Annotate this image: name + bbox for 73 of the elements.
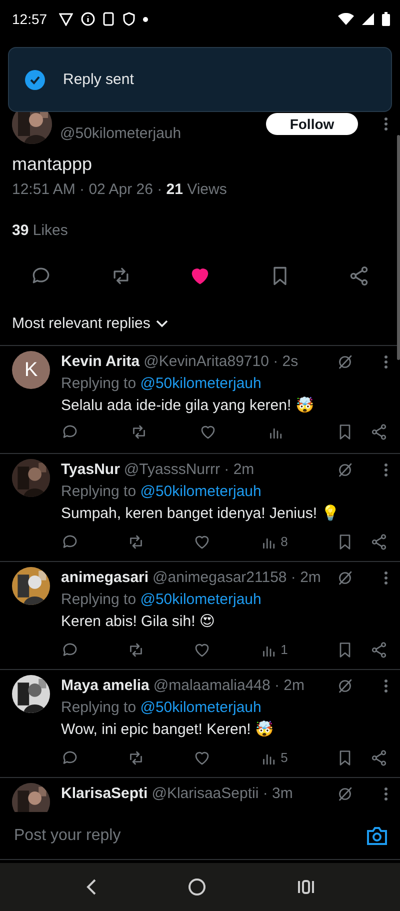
reply-handle: @malaamalia448 · 2m bbox=[153, 676, 306, 696]
slashed-circle-icon[interactable] bbox=[336, 353, 354, 371]
wifi-icon bbox=[338, 13, 354, 25]
reply-author: TyasNur bbox=[61, 460, 120, 480]
mention-link[interactable]: @50kilometerjauh bbox=[140, 591, 262, 608]
info-icon bbox=[81, 12, 96, 26]
reply-icon[interactable] bbox=[61, 533, 79, 551]
camera-icon[interactable] bbox=[366, 826, 388, 846]
slashed-circle-icon[interactable] bbox=[336, 785, 354, 803]
recents-icon[interactable] bbox=[296, 879, 315, 895]
replying-to: Replying to @50kilometerjauh bbox=[61, 590, 262, 610]
reply-handle: @animegasar21158 · 2m bbox=[152, 568, 322, 588]
more-icon[interactable] bbox=[384, 117, 388, 131]
avatar[interactable]: K bbox=[12, 351, 50, 389]
views-count: 1 bbox=[280, 641, 288, 659]
mention-link[interactable]: @50kilometerjauh bbox=[140, 375, 262, 392]
mention-link[interactable]: @50kilometerjauh bbox=[140, 483, 262, 500]
replying-to: Replying to @50kilometerjauh bbox=[61, 374, 262, 394]
heart-icon[interactable] bbox=[193, 533, 212, 551]
dot-icon bbox=[143, 16, 148, 22]
home-icon[interactable] bbox=[188, 878, 206, 896]
reply-handle: @TyasssNurrr · 2m bbox=[124, 460, 256, 480]
reply-author: KlarisaSepti bbox=[61, 784, 148, 804]
reply-author: Maya amelia bbox=[61, 676, 150, 696]
slashed-circle-icon[interactable] bbox=[336, 677, 354, 695]
reply-author: animegasari bbox=[61, 568, 149, 588]
reply-author: Kevin Arita bbox=[61, 352, 140, 372]
share-icon[interactable] bbox=[370, 423, 388, 441]
vpn-icon bbox=[59, 12, 74, 26]
chevron-down-icon bbox=[156, 320, 168, 328]
more-icon[interactable] bbox=[384, 571, 388, 585]
toast-message: Reply sent bbox=[63, 71, 134, 88]
phone-icon bbox=[103, 12, 116, 26]
views-count: 8 bbox=[280, 533, 288, 551]
sort-dropdown[interactable]: Most relevant replies bbox=[0, 299, 180, 345]
more-icon[interactable] bbox=[384, 355, 388, 369]
reply-input[interactable]: Post your reply bbox=[12, 826, 312, 846]
heart-icon[interactable] bbox=[198, 423, 216, 441]
post-meta: 12:51 AM · 02 Apr 26 · 21 Views bbox=[11, 181, 228, 200]
slashed-circle-icon[interactable] bbox=[336, 569, 354, 587]
reply-handle: @KlarisaaSeptii · 3m bbox=[152, 784, 294, 804]
more-icon[interactable] bbox=[384, 679, 388, 693]
replying-to: Replying to @50kilometerjauh bbox=[61, 482, 262, 502]
share-icon[interactable] bbox=[348, 265, 370, 287]
share-icon[interactable] bbox=[370, 749, 388, 767]
shield-icon bbox=[123, 12, 136, 26]
heart-icon[interactable] bbox=[193, 641, 212, 659]
heart-icon[interactable] bbox=[193, 749, 212, 767]
mention-link[interactable]: @50kilometerjauh bbox=[140, 699, 262, 716]
likes-count[interactable]: 39 Likes bbox=[0, 208, 400, 253]
reply-handle: @KevinArita89710 · 2s bbox=[144, 352, 300, 372]
slashed-circle-icon[interactable] bbox=[336, 461, 354, 479]
follow-button[interactable]: Follow bbox=[266, 113, 358, 135]
check-icon bbox=[25, 70, 45, 90]
battery-icon bbox=[382, 12, 390, 26]
views-count: 5 bbox=[280, 749, 288, 767]
replying-to: Replying to @50kilometerjauh bbox=[61, 698, 262, 718]
reply-text: Selalu ada ide-ide gila yang keren! 🤯 bbox=[61, 396, 316, 416]
reply-text: Wow, ini epic banget! Keren! 🤯 bbox=[61, 720, 276, 740]
reply-icon[interactable] bbox=[61, 641, 79, 659]
reply-icon[interactable] bbox=[61, 423, 79, 441]
signal-icon bbox=[362, 13, 374, 25]
more-icon[interactable] bbox=[384, 463, 388, 477]
share-icon[interactable] bbox=[370, 641, 388, 659]
back-icon[interactable] bbox=[85, 879, 98, 895]
reply-text: Keren abis! Gila sih! 😍 bbox=[61, 612, 216, 632]
more-icon[interactable] bbox=[384, 787, 388, 801]
share-icon[interactable] bbox=[370, 533, 388, 551]
post-text: mantappp bbox=[11, 153, 94, 176]
reply-text: Sumpah, keren banget idenya! Jenius! 💡 bbox=[61, 504, 342, 524]
author-handle: @50kilometerjauh bbox=[60, 124, 182, 143]
reply-icon[interactable] bbox=[61, 749, 79, 767]
status-time: 12:57 bbox=[12, 11, 48, 27]
